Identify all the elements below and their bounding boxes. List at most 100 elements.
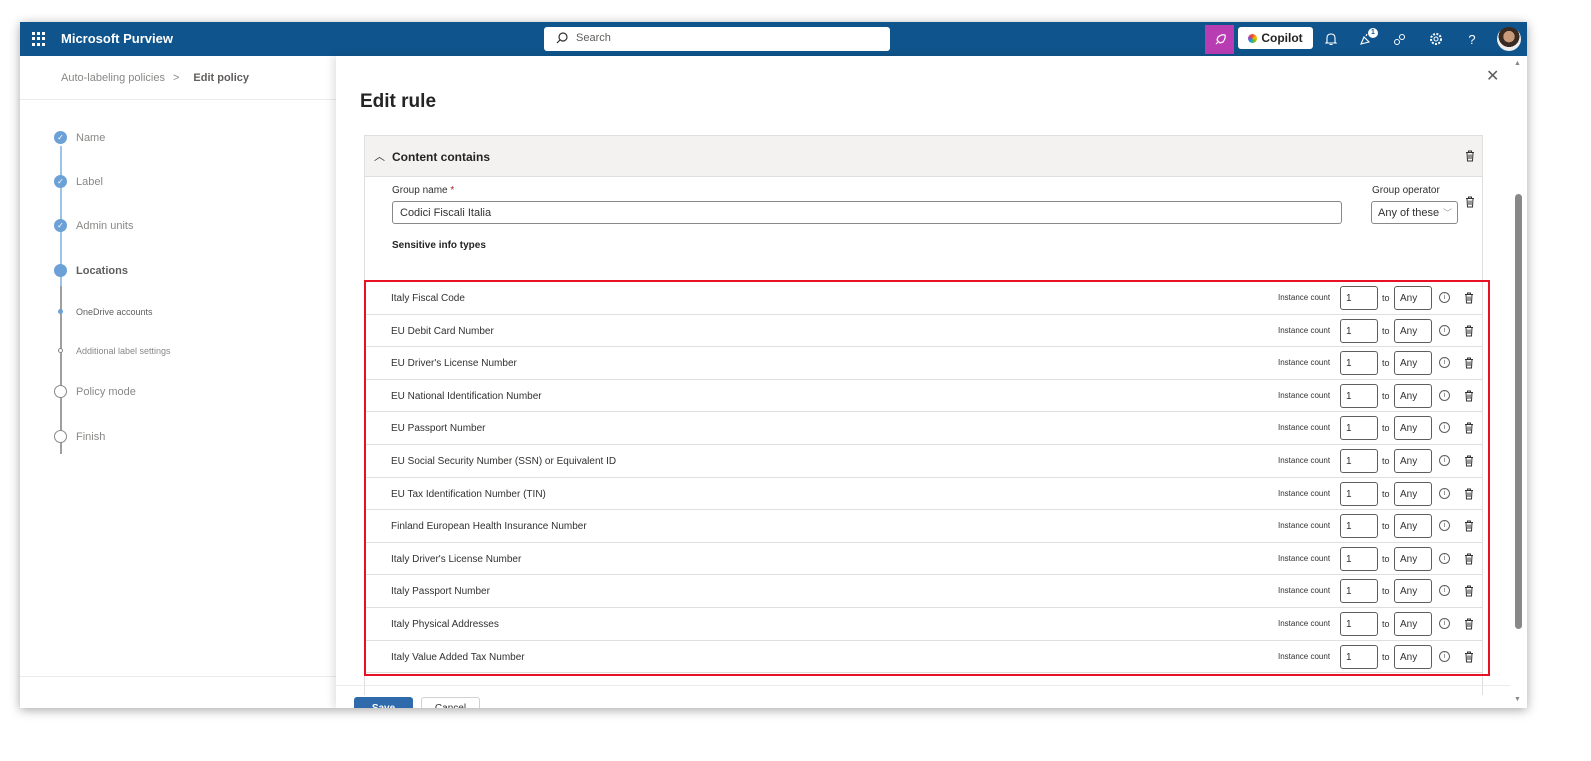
instance-count-max-input[interactable]: Any bbox=[1394, 448, 1432, 473]
info-type-name: EU Driver's License Number bbox=[391, 358, 517, 370]
step-circle-icon bbox=[54, 264, 67, 277]
instance-count-min-input[interactable]: 1 bbox=[1340, 579, 1378, 604]
step-policy-mode[interactable]: Policy mode bbox=[54, 385, 136, 398]
instance-count-min-input[interactable]: 1 bbox=[1340, 318, 1378, 343]
delete-icon[interactable] bbox=[1464, 488, 1474, 500]
info-icon[interactable]: i bbox=[1439, 324, 1450, 336]
step-label: Finish bbox=[76, 430, 106, 443]
step-name[interactable]: ✓ Name bbox=[54, 131, 105, 144]
group-name-input[interactable]: Codici Fiscali Italia bbox=[392, 201, 1342, 224]
info-icon[interactable]: i bbox=[1439, 422, 1450, 434]
sensitive-info-types-label: Sensitive info types bbox=[392, 240, 486, 251]
step-finish[interactable]: Finish bbox=[54, 430, 105, 443]
avatar[interactable] bbox=[1497, 27, 1521, 51]
delete-icon[interactable] bbox=[1464, 455, 1474, 467]
info-icon[interactable]: i bbox=[1439, 292, 1450, 303]
scroll-up-icon[interactable]: ▲ bbox=[1514, 60, 1521, 67]
info-type-name: EU Tax Identification Number (TIN) bbox=[391, 488, 546, 500]
delete-icon[interactable] bbox=[1464, 422, 1474, 434]
step-label[interactable]: ✓ Label bbox=[54, 175, 103, 188]
scrollbar-thumb[interactable] bbox=[1515, 194, 1522, 629]
info-icon[interactable]: i bbox=[1439, 617, 1450, 629]
gear-icon[interactable] bbox=[1427, 30, 1445, 48]
breadcrumb-parent[interactable]: Auto-labeling policies bbox=[61, 72, 165, 84]
delete-icon[interactable] bbox=[1464, 292, 1474, 304]
cancel-button[interactable]: Cancel bbox=[421, 697, 480, 708]
info-type-name: EU Passport Number bbox=[391, 423, 486, 435]
step-additional-label-settings[interactable]: Additional label settings bbox=[54, 344, 171, 357]
copilot-button[interactable]: Copilot bbox=[1238, 27, 1313, 49]
search-input[interactable]: Search bbox=[544, 27, 890, 51]
step-label: Name bbox=[76, 131, 106, 144]
instance-count-min-input[interactable]: 1 bbox=[1340, 481, 1378, 506]
notification-badge: 1 bbox=[1368, 28, 1378, 38]
info-icon[interactable]: i bbox=[1439, 357, 1450, 369]
section-header[interactable]: ︿ Content contains bbox=[365, 136, 1482, 177]
info-icon[interactable]: i bbox=[1439, 454, 1450, 466]
instance-count-label: Instance count bbox=[1278, 390, 1331, 400]
scroll-down-icon[interactable]: ▼ bbox=[1514, 696, 1521, 703]
group-operator-dropdown[interactable]: Any of these ﹀ bbox=[1371, 201, 1458, 224]
scrollbar[interactable]: ▲ ▼ bbox=[1510, 56, 1527, 708]
instance-count-max-input[interactable]: Any bbox=[1394, 514, 1432, 539]
instance-count-min-input[interactable]: 1 bbox=[1340, 286, 1378, 310]
delete-icon[interactable] bbox=[1464, 585, 1474, 597]
instance-count-min-input[interactable]: 1 bbox=[1340, 644, 1378, 669]
instance-count-max-input[interactable]: Any bbox=[1394, 416, 1432, 441]
instance-count-max-input[interactable]: Any bbox=[1394, 546, 1432, 571]
to-label: to bbox=[1382, 521, 1390, 532]
delete-icon[interactable] bbox=[1464, 520, 1474, 532]
instance-count-label: Instance count bbox=[1278, 586, 1331, 596]
purview-tile-button[interactable] bbox=[1205, 25, 1234, 54]
info-icon[interactable]: i bbox=[1439, 650, 1450, 662]
delete-section-icon[interactable] bbox=[1465, 150, 1475, 162]
to-label: to bbox=[1382, 390, 1390, 401]
community-icon[interactable] bbox=[1391, 30, 1409, 48]
instance-count-max-input[interactable]: Any bbox=[1394, 644, 1432, 669]
check-circle-icon: ✓ bbox=[54, 219, 67, 232]
step-locations[interactable]: Locations bbox=[54, 264, 128, 277]
app-title[interactable]: Microsoft Purview bbox=[61, 31, 173, 46]
instance-count-max-input[interactable]: Any bbox=[1394, 481, 1432, 506]
info-icon[interactable]: i bbox=[1439, 389, 1450, 401]
info-icon[interactable]: i bbox=[1439, 487, 1450, 499]
bell-icon[interactable] bbox=[1322, 30, 1340, 48]
info-type-row: EU Passport Number Instance count 1 to Any i bbox=[364, 412, 1483, 445]
instance-count-min-input[interactable]: 1 bbox=[1340, 514, 1378, 539]
info-icon[interactable]: i bbox=[1439, 585, 1450, 597]
help-icon[interactable]: ? bbox=[1463, 30, 1481, 48]
instance-count-max-input[interactable]: Any bbox=[1394, 351, 1432, 376]
app-launcher-icon[interactable] bbox=[32, 32, 46, 46]
step-admin-units[interactable]: ✓ Admin units bbox=[54, 219, 133, 232]
instance-count-min-input[interactable]: 1 bbox=[1340, 546, 1378, 571]
delete-icon[interactable] bbox=[1464, 357, 1474, 369]
delete-icon[interactable] bbox=[1464, 325, 1474, 337]
instance-count-max-input[interactable]: Any bbox=[1394, 318, 1432, 343]
instance-count-max-input[interactable]: Any bbox=[1394, 579, 1432, 604]
step-onedrive-accounts[interactable]: OneDrive accounts bbox=[54, 305, 153, 318]
instance-count-max-input[interactable]: Any bbox=[1394, 286, 1432, 310]
save-button[interactable]: Save bbox=[354, 697, 413, 708]
instance-count-max-input[interactable]: Any bbox=[1394, 383, 1432, 408]
step-label: Policy mode bbox=[76, 385, 136, 398]
info-icon[interactable]: i bbox=[1439, 520, 1450, 532]
delete-icon[interactable] bbox=[1464, 390, 1474, 402]
instance-count-max-input[interactable]: Any bbox=[1394, 611, 1432, 636]
delete-group-icon[interactable] bbox=[1465, 196, 1475, 208]
close-icon[interactable]: ✕ bbox=[1486, 66, 1499, 86]
panel-title: Edit rule bbox=[360, 91, 437, 112]
divider bbox=[20, 676, 336, 677]
delete-icon[interactable] bbox=[1464, 618, 1474, 630]
chevron-up-icon[interactable]: ︿ bbox=[374, 148, 385, 164]
delete-icon[interactable] bbox=[1464, 651, 1474, 663]
instance-count-min-input[interactable]: 1 bbox=[1340, 611, 1378, 636]
instance-count-min-input[interactable]: 1 bbox=[1340, 448, 1378, 473]
delete-icon[interactable] bbox=[1464, 553, 1474, 565]
info-icon[interactable]: i bbox=[1439, 552, 1450, 564]
instance-count-min-input[interactable]: 1 bbox=[1340, 383, 1378, 408]
to-label: to bbox=[1382, 586, 1390, 597]
to-label: to bbox=[1382, 325, 1390, 336]
instance-count-min-input[interactable]: 1 bbox=[1340, 416, 1378, 441]
instance-count-min-input[interactable]: 1 bbox=[1340, 351, 1378, 376]
instance-count-label: Instance count bbox=[1278, 651, 1331, 661]
